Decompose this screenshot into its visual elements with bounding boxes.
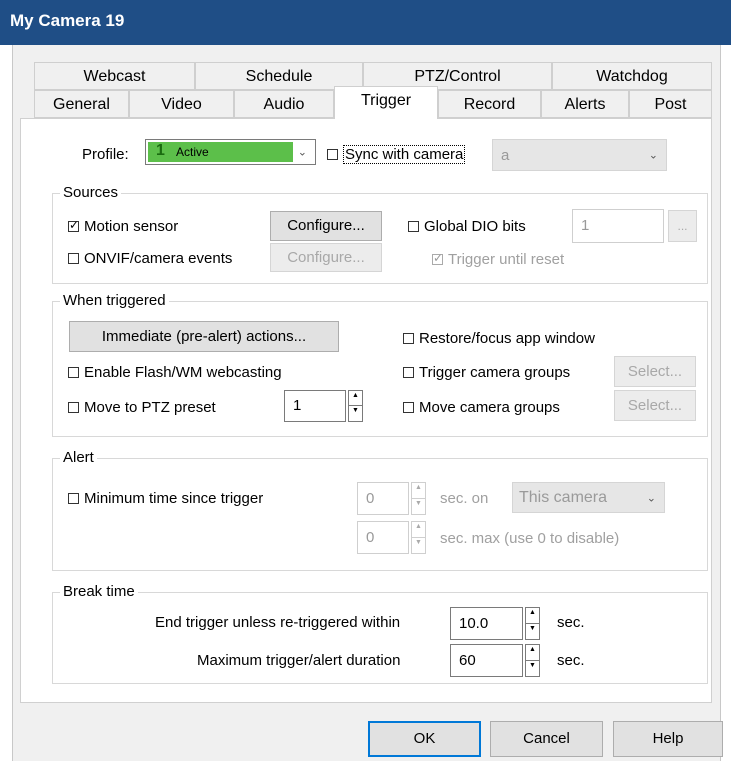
- sync-with-camera-label: Sync with camera: [343, 145, 466, 164]
- move-camera-groups-label: Move camera groups: [419, 399, 560, 416]
- chevron-down-icon: ⌄: [297, 146, 307, 159]
- checkbox-icon: [403, 333, 414, 344]
- global-dio-checkbox[interactable]: Global DIO bits: [408, 218, 526, 235]
- tab-post[interactable]: Post: [629, 90, 712, 118]
- sec-max-label: sec. max (use 0 to disable): [440, 530, 620, 547]
- tab-general[interactable]: General: [34, 90, 129, 118]
- alert-camera-select[interactable]: This camera ⌄: [512, 482, 665, 513]
- trigger-camera-groups-checkbox[interactable]: Trigger camera groups: [403, 364, 570, 381]
- profile-color-swatch: 1 Active: [148, 142, 293, 162]
- break-time-legend: Break time: [60, 583, 138, 600]
- cancel-button[interactable]: Cancel: [490, 721, 603, 757]
- min-time-checkbox[interactable]: Minimum time since trigger: [68, 490, 263, 507]
- ptz-preset-input[interactable]: 1: [284, 390, 346, 422]
- max-time-input[interactable]: 0: [357, 521, 409, 554]
- end-trigger-unit: sec.: [557, 614, 585, 631]
- spin-up-icon[interactable]: ▲: [526, 645, 539, 661]
- profile-value: Active: [176, 145, 209, 159]
- motion-sensor-checkbox[interactable]: Motion sensor: [68, 218, 178, 235]
- tab-record[interactable]: Record: [438, 90, 541, 118]
- tab-alerts[interactable]: Alerts: [541, 90, 629, 118]
- trigger-until-reset-checkbox[interactable]: Trigger until reset: [432, 251, 564, 268]
- sec-on-label: sec. on: [440, 490, 489, 507]
- spin-up-icon[interactable]: ▲: [349, 391, 362, 406]
- global-dio-label: Global DIO bits: [424, 218, 526, 235]
- end-trigger-spinner[interactable]: ▲ ▼: [525, 607, 540, 640]
- spin-down-icon[interactable]: ▼: [412, 538, 425, 554]
- move-camera-groups-checkbox[interactable]: Move camera groups: [403, 399, 560, 416]
- checkbox-icon: [327, 149, 338, 160]
- sync-camera-select[interactable]: a ⌄: [492, 139, 667, 171]
- global-dio-input[interactable]: 1: [572, 209, 664, 243]
- chevron-down-icon: ⌄: [648, 149, 658, 162]
- profile-label: Profile:: [82, 146, 129, 163]
- immediate-actions-button[interactable]: Immediate (pre-alert) actions...: [69, 321, 339, 352]
- spin-down-icon[interactable]: ▼: [349, 406, 362, 421]
- sources-legend: Sources: [60, 184, 122, 201]
- end-trigger-input[interactable]: 10.0: [450, 607, 523, 640]
- min-time-spinner[interactable]: ▲ ▼: [411, 482, 426, 515]
- max-duration-spinner[interactable]: ▲ ▼: [525, 644, 540, 677]
- select-move-groups-button[interactable]: Select...: [614, 390, 696, 421]
- configure-motion-button[interactable]: Configure...: [270, 211, 382, 241]
- tab-webcast[interactable]: Webcast: [34, 62, 195, 90]
- break-time-group: [52, 592, 708, 684]
- ptz-preset-spinner[interactable]: ▲ ▼: [348, 390, 363, 422]
- spin-up-icon[interactable]: ▲: [412, 522, 425, 538]
- profile-number: 1: [156, 142, 165, 159]
- checkbox-icon: [408, 221, 419, 232]
- end-trigger-label: End trigger unless re-triggered within: [155, 614, 401, 631]
- sync-with-camera-checkbox[interactable]: Sync with camera: [327, 145, 466, 164]
- checkbox-icon: [68, 493, 79, 504]
- spin-up-icon[interactable]: ▲: [526, 608, 539, 624]
- restore-focus-label: Restore/focus app window: [419, 330, 595, 347]
- ok-button[interactable]: OK: [368, 721, 481, 757]
- dio-browse-button[interactable]: ...: [668, 210, 697, 242]
- tab-trigger[interactable]: Trigger: [334, 86, 438, 119]
- move-ptz-preset-label: Move to PTZ preset: [84, 399, 216, 416]
- spin-down-icon[interactable]: ▼: [412, 499, 425, 515]
- checkbox-checked-icon: [432, 251, 443, 265]
- onvif-events-checkbox[interactable]: ONVIF/camera events: [68, 250, 232, 267]
- max-duration-label: Maximum trigger/alert duration: [197, 652, 401, 669]
- profile-select[interactable]: 1 Active ⌄: [145, 139, 316, 165]
- checkbox-icon: [403, 402, 414, 413]
- checkbox-checked-icon: [68, 218, 79, 232]
- tab-audio[interactable]: Audio: [234, 90, 334, 118]
- enable-webcasting-label: Enable Flash/WM webcasting: [84, 364, 282, 381]
- tab-video[interactable]: Video: [129, 90, 234, 118]
- checkbox-icon: [68, 402, 79, 413]
- help-button[interactable]: Help: [613, 721, 723, 757]
- spin-up-icon[interactable]: ▲: [412, 483, 425, 499]
- chevron-down-icon: ⌄: [646, 492, 656, 504]
- min-time-label: Minimum time since trigger: [84, 490, 264, 507]
- alert-legend: Alert: [60, 449, 97, 466]
- motion-sensor-label: Motion sensor: [84, 218, 179, 235]
- when-triggered-legend: When triggered: [60, 292, 169, 309]
- checkbox-icon: [68, 253, 79, 264]
- checkbox-icon: [403, 367, 414, 378]
- max-duration-unit: sec.: [557, 652, 585, 669]
- spin-down-icon[interactable]: ▼: [526, 661, 539, 677]
- alert-camera-value: This camera: [519, 489, 608, 506]
- sync-camera-value: a: [501, 147, 510, 164]
- window-title: My Camera 19: [10, 11, 125, 30]
- move-ptz-preset-checkbox[interactable]: Move to PTZ preset: [68, 399, 216, 416]
- tab-watchdog[interactable]: Watchdog: [552, 62, 712, 90]
- select-trigger-groups-button[interactable]: Select...: [614, 356, 696, 387]
- checkbox-icon: [68, 367, 79, 378]
- enable-webcasting-checkbox[interactable]: Enable Flash/WM webcasting: [68, 364, 282, 381]
- min-time-input[interactable]: 0: [357, 482, 409, 515]
- onvif-events-label: ONVIF/camera events: [84, 250, 233, 267]
- restore-focus-checkbox[interactable]: Restore/focus app window: [403, 330, 595, 347]
- spin-down-icon[interactable]: ▼: [526, 624, 539, 640]
- trigger-until-reset-label: Trigger until reset: [448, 251, 565, 268]
- max-duration-input[interactable]: 60: [450, 644, 523, 677]
- title-bar: My Camera 19: [0, 0, 731, 45]
- max-time-spinner[interactable]: ▲ ▼: [411, 521, 426, 554]
- configure-onvif-button[interactable]: Configure...: [270, 243, 382, 272]
- trigger-camera-groups-label: Trigger camera groups: [419, 364, 571, 381]
